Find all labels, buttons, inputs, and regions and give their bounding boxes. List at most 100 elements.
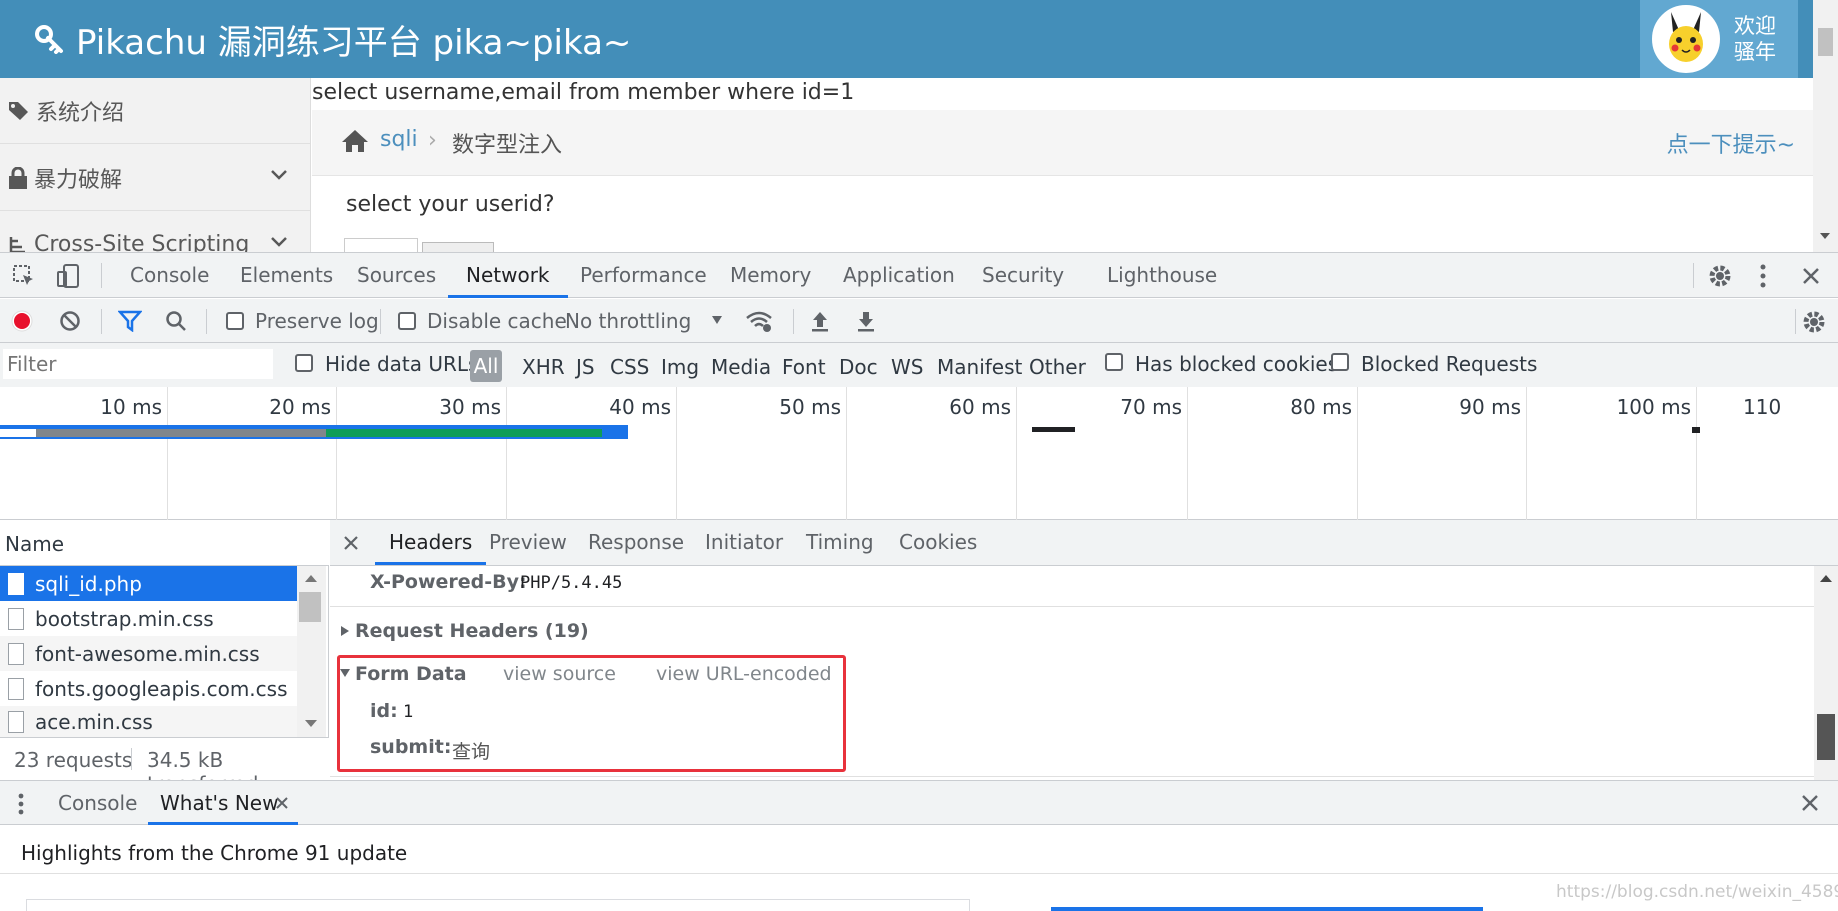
device-toolbar-icon[interactable]: [56, 263, 80, 289]
request-list-scrollbar[interactable]: [297, 566, 326, 737]
tab-headers[interactable]: Headers: [375, 520, 487, 565]
chevron-down-icon: [271, 237, 287, 247]
avatar: [1652, 5, 1720, 73]
export-har-icon[interactable]: [856, 309, 876, 333]
name-column-header[interactable]: Name: [0, 520, 329, 566]
drawer-menu-icon[interactable]: [17, 792, 25, 816]
hint-link[interactable]: 点一下提示~: [1667, 127, 1795, 159]
release-notes-card[interactable]: [26, 899, 970, 911]
userid-prompt: select your userid?: [346, 192, 555, 217]
brand-title: Pikachu 漏洞练习平台 pika~pika~: [76, 22, 632, 63]
devtools-main-tabs: Console Elements Sources Network Perform…: [0, 253, 1838, 298]
breadcrumb: sqli › 数字型注入 点一下提示~: [312, 110, 1813, 176]
more-options-icon[interactable]: [1758, 263, 1768, 289]
scroll-up-icon[interactable]: [1819, 574, 1833, 583]
tab-network[interactable]: Network: [448, 253, 568, 298]
tab-initiator[interactable]: Initiator: [705, 520, 783, 565]
clear-icon[interactable]: [59, 310, 81, 332]
network-overview-timeline[interactable]: 10 ms 20 ms 30 ms 40 ms 50 ms 60 ms 70 m…: [0, 387, 1838, 520]
tab-preview[interactable]: Preview: [489, 520, 567, 565]
blocked-requests-checkbox[interactable]: [1331, 353, 1349, 371]
drawer-tabs: Console What's New: [0, 780, 1838, 825]
request-row-sqli-id[interactable]: sqli_id.php: [0, 566, 297, 601]
close-drawer-icon[interactable]: [1801, 794, 1819, 812]
request-row-ace[interactable]: ace.min.css: [0, 706, 297, 737]
tick-label: 50 ms: [779, 395, 841, 419]
tab-console[interactable]: Console: [130, 253, 209, 298]
sidebar-item-label: 系统介绍: [36, 100, 125, 126]
tab-performance[interactable]: Performance: [580, 253, 707, 298]
key-icon: [35, 25, 63, 54]
type-filter-img[interactable]: Img: [661, 355, 699, 379]
scroll-up-icon[interactable]: [304, 574, 318, 583]
type-filter-all[interactable]: All: [470, 350, 502, 382]
tab-elements[interactable]: Elements: [240, 253, 333, 298]
type-filter-ws[interactable]: WS: [891, 355, 923, 379]
lock-icon: [9, 166, 27, 189]
tab-cookies[interactable]: Cookies: [899, 520, 977, 565]
tab-timing[interactable]: Timing: [806, 520, 874, 565]
drawer-tab-console[interactable]: Console: [58, 781, 137, 825]
preserve-log-checkbox[interactable]: [226, 312, 244, 330]
type-filter-css[interactable]: CSS: [610, 355, 649, 379]
user-name: 骚年: [1734, 40, 1776, 64]
filter-input[interactable]: [3, 349, 273, 379]
sidebar-item-brute-force[interactable]: 暴力破解: [0, 145, 310, 211]
preserve-log-label: Preserve log: [255, 309, 379, 333]
tab-lighthouse[interactable]: Lighthouse: [1107, 253, 1217, 298]
request-row-google-fonts[interactable]: fonts.googleapis.com.css: [0, 671, 297, 706]
type-filter-manifest[interactable]: Manifest: [937, 355, 1022, 379]
request-row-bootstrap[interactable]: bootstrap.min.css: [0, 601, 297, 636]
user-menu[interactable]: 欢迎 骚年: [1640, 0, 1798, 78]
hide-data-urls-checkbox[interactable]: [295, 354, 313, 372]
sidebar-item-intro[interactable]: 系统介绍: [0, 78, 310, 144]
type-filter-js[interactable]: JS: [576, 355, 595, 379]
type-filter-xhr[interactable]: XHR: [522, 355, 565, 379]
has-blocked-cookies-label: Has blocked cookies: [1135, 352, 1339, 376]
throttling-select[interactable]: No throttling: [565, 299, 731, 343]
tick-label: 60 ms: [949, 395, 1011, 419]
tab-sources[interactable]: Sources: [357, 253, 436, 298]
network-settings-gear-icon[interactable]: [1801, 309, 1827, 335]
type-filter-media[interactable]: Media: [711, 355, 771, 379]
header-key: X-Powered-By:: [370, 571, 527, 593]
tab-application[interactable]: Application: [843, 253, 955, 298]
expand-triangle-icon[interactable]: [340, 625, 350, 637]
home-icon[interactable]: [340, 128, 370, 154]
filter-icon[interactable]: [118, 310, 142, 332]
requests-count: 23 requests: [14, 748, 133, 772]
page-scrollbar[interactable]: [1813, 0, 1838, 252]
drawer-tab-whats-new[interactable]: What's New: [148, 781, 298, 825]
type-filter-doc[interactable]: Doc: [839, 355, 878, 379]
inspect-element-icon[interactable]: [12, 264, 36, 288]
tab-response[interactable]: Response: [588, 520, 684, 565]
disable-cache-checkbox[interactable]: [398, 312, 416, 330]
close-detail-icon[interactable]: [343, 535, 359, 551]
tab-security[interactable]: Security: [982, 253, 1064, 298]
type-filter-other[interactable]: Other: [1029, 355, 1086, 379]
scroll-down-icon[interactable]: [304, 719, 318, 728]
form-data-highlight: [337, 655, 846, 772]
breadcrumb-link-sqli[interactable]: sqli: [380, 127, 418, 152]
request-headers-section[interactable]: Request Headers (19): [355, 620, 589, 642]
has-blocked-cookies-checkbox[interactable]: [1105, 353, 1123, 371]
network-conditions-icon[interactable]: [745, 309, 773, 333]
throttling-value: No throttling: [565, 309, 692, 333]
document-icon: [8, 677, 24, 700]
type-filter-font[interactable]: Font: [782, 355, 826, 379]
chevron-down-icon: [271, 170, 287, 180]
request-row-font-awesome[interactable]: font-awesome.min.css: [0, 636, 297, 671]
close-devtools-icon[interactable]: [1801, 266, 1821, 286]
hide-data-urls-label: Hide data URLs: [325, 352, 479, 376]
tab-memory[interactable]: Memory: [730, 253, 811, 298]
header-value: PHP/5.4.45: [520, 573, 623, 593]
brand[interactable]: Pikachu 漏洞练习平台 pika~pika~: [34, 14, 631, 64]
search-icon[interactable]: [165, 310, 187, 332]
close-tab-icon[interactable]: [276, 797, 288, 809]
headers-scrollbar[interactable]: [1814, 566, 1838, 780]
settings-gear-icon[interactable]: [1707, 263, 1733, 289]
sql-query-text: select username,email from member where …: [312, 80, 855, 105]
blocked-requests-label: Blocked Requests: [1361, 352, 1538, 376]
record-icon[interactable]: [11, 310, 33, 332]
import-har-icon[interactable]: [810, 309, 830, 333]
